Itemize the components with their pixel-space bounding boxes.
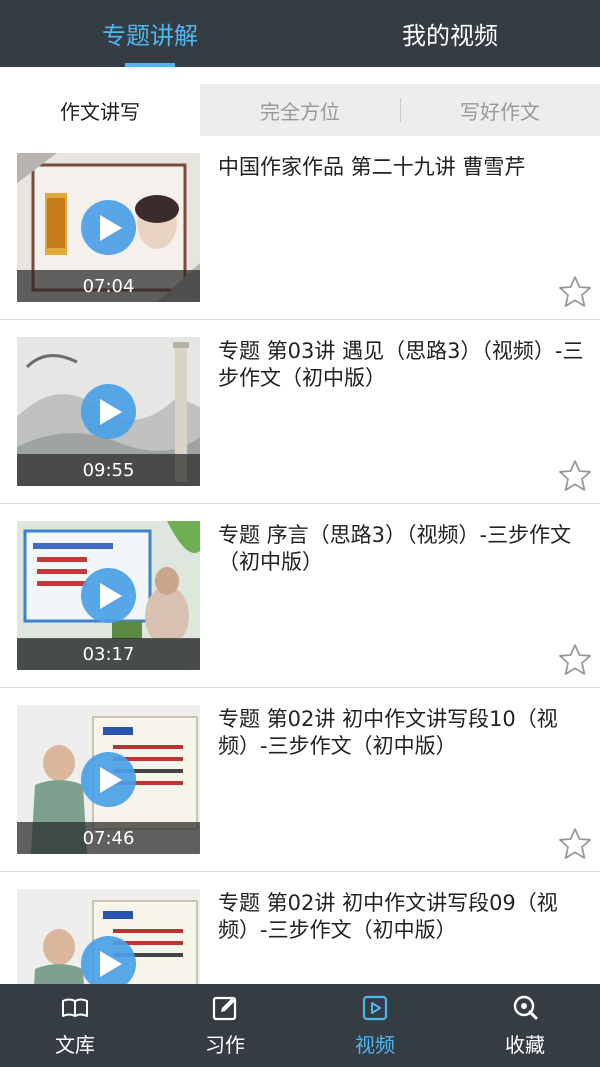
subtab-complete-orientation[interactable]: 完全方位: [200, 84, 400, 136]
tab-topic-lectures[interactable]: 专题讲解: [0, 0, 300, 67]
video-list-item[interactable]: 专题 第02讲 初中作文讲写段09（视频）-三步作文（初中版）: [0, 872, 600, 984]
subtab-write-good-essay[interactable]: 写好作文: [400, 84, 600, 136]
header-tab-bar: 专题讲解 我的视频: [0, 0, 600, 67]
book-icon: [62, 998, 88, 1017]
nav-label: 收藏: [505, 1033, 545, 1057]
nav-label: 习作: [205, 1033, 245, 1057]
video-title[interactable]: 专题 序言（思路3）（视频）-三步作文（初中版）: [218, 522, 586, 576]
video-list-item[interactable]: 07:04 中国作家作品 第二十九讲 曹雪芹: [0, 136, 600, 320]
star-icon[interactable]: [558, 643, 592, 677]
bottom-nav-bar: 文库 习作 视频 收藏: [0, 984, 600, 1067]
tab-label: 我的视频: [402, 22, 498, 50]
subtab-label: 写好作文: [460, 99, 540, 124]
duration-badge: 07:04: [17, 270, 200, 302]
play-icon[interactable]: [81, 568, 136, 623]
video-thumbnail[interactable]: 07:46: [17, 705, 200, 854]
search-favorite-icon: [513, 995, 538, 1020]
sub-tab-bar: 作文讲写 完全方位 写好作文: [0, 84, 600, 136]
subtab-essay-writing[interactable]: 作文讲写: [0, 84, 200, 136]
tab-my-videos[interactable]: 我的视频: [300, 0, 600, 67]
video-title[interactable]: 专题 第02讲 初中作文讲写段09（视频）-三步作文（初中版）: [218, 890, 586, 944]
video-title[interactable]: 中国作家作品 第二十九讲 曹雪芹: [218, 154, 586, 181]
video-thumbnail[interactable]: 09:55: [17, 337, 200, 486]
duration-text: 03:17: [82, 643, 135, 665]
nav-item-favorites[interactable]: 收藏: [450, 984, 600, 1067]
nav-item-practice[interactable]: 习作: [150, 984, 300, 1067]
play-icon[interactable]: [81, 936, 136, 984]
edit-icon: [212, 996, 237, 1021]
duration-text: 07:04: [82, 275, 135, 297]
star-icon[interactable]: [558, 459, 592, 493]
duration-badge: 03:17: [17, 638, 200, 670]
star-icon[interactable]: [558, 275, 592, 309]
video-list-item[interactable]: 09:55 专题 第03讲 遇见（思路3）（视频）-三步作文（初中版）: [0, 320, 600, 504]
nav-label: 文库: [55, 1033, 95, 1057]
video-title[interactable]: 专题 第03讲 遇见（思路3）（视频）-三步作文（初中版）: [218, 338, 586, 392]
nav-item-video[interactable]: 视频: [300, 984, 450, 1067]
video-list[interactable]: 07:04 中国作家作品 第二十九讲 曹雪芹 09:55 专题 第03讲 遇见（…: [0, 136, 600, 984]
nav-label: 视频: [355, 1033, 395, 1057]
play-icon[interactable]: [81, 200, 136, 255]
nav-item-library[interactable]: 文库: [0, 984, 150, 1067]
video-list-item[interactable]: 03:17 专题 序言（思路3）（视频）-三步作文（初中版）: [0, 504, 600, 688]
duration-text: 07:46: [82, 827, 135, 849]
video-thumbnail[interactable]: 07:04: [17, 153, 200, 302]
subtab-label: 完全方位: [260, 99, 340, 124]
play-square-icon: [362, 995, 388, 1021]
duration-badge: 07:46: [17, 822, 200, 854]
video-list-item[interactable]: 07:46 专题 第02讲 初中作文讲写段10（视频）-三步作文（初中版）: [0, 688, 600, 872]
subtab-label: 作文讲写: [60, 99, 140, 124]
tab-label: 专题讲解: [102, 22, 198, 50]
play-icon[interactable]: [81, 752, 136, 807]
play-icon[interactable]: [81, 384, 136, 439]
video-title[interactable]: 专题 第02讲 初中作文讲写段10（视频）-三步作文（初中版）: [218, 706, 586, 760]
duration-badge: 09:55: [17, 454, 200, 486]
video-thumbnail[interactable]: 03:17: [17, 521, 200, 670]
video-thumbnail[interactable]: [17, 889, 200, 984]
active-tab-indicator: [125, 63, 175, 67]
subtab-divider: [400, 98, 401, 122]
star-icon[interactable]: [558, 827, 592, 861]
duration-text: 09:55: [82, 459, 135, 481]
